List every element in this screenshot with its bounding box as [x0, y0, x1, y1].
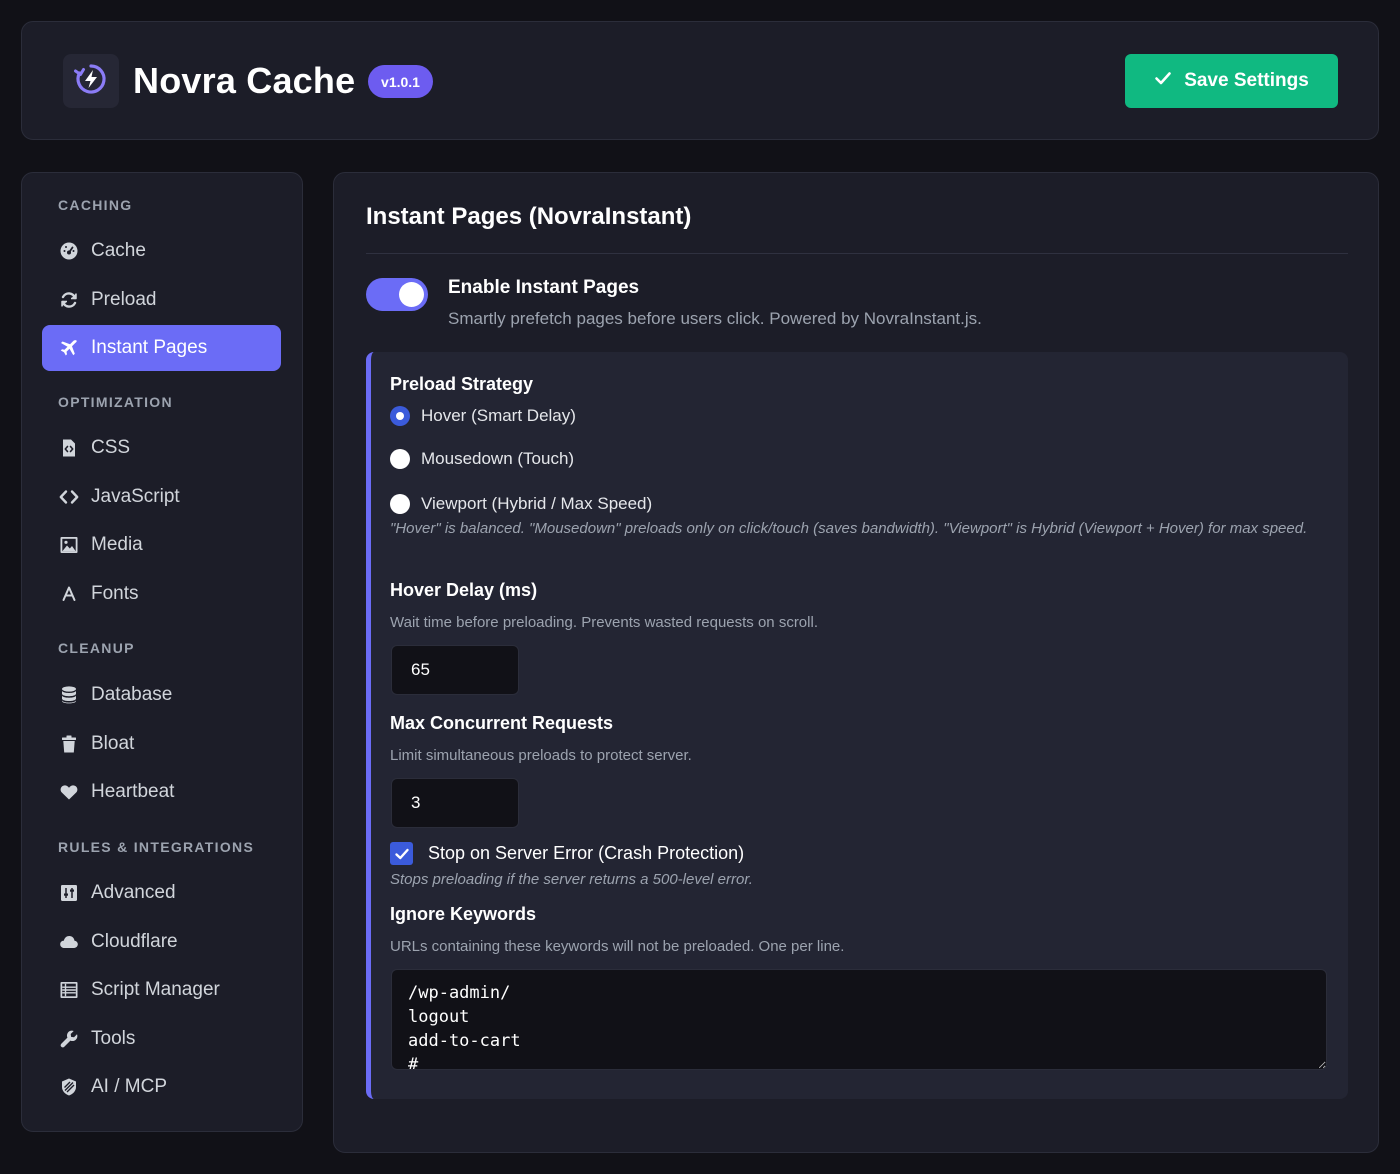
sync-icon	[58, 289, 80, 311]
robot-icon	[58, 1076, 80, 1098]
sidebar-item-advanced[interactable]: Advanced	[42, 870, 281, 916]
sidebar-item-label: JavaScript	[91, 486, 180, 507]
strategy-option-hover[interactable]: Hover (Smart Delay)	[390, 406, 576, 426]
sidebar-item-bloat[interactable]: Bloat	[42, 721, 281, 767]
main-card: Instant Pages (NovraInstant) Enable Inst…	[333, 172, 1379, 1153]
sidebar-item-label: Instant Pages	[91, 337, 208, 358]
ignore-keywords-label: Ignore Keywords	[390, 904, 537, 924]
sliders-icon	[58, 882, 80, 904]
radio-label: Mousedown (Touch)	[421, 449, 575, 468]
sidebar-item-label: Cloudflare	[91, 931, 178, 952]
sidebar-item-label: AI / MCP	[91, 1076, 168, 1097]
ignore-keywords-textarea[interactable]: /wp-admin/ logout add-to-cart #	[391, 969, 1327, 1070]
sidebar-item-database[interactable]: Database	[42, 672, 281, 718]
image-icon	[58, 534, 80, 556]
hover-delay-label: Hover Delay (ms)	[390, 580, 538, 600]
sidebar-heading-caching: CACHING	[58, 197, 133, 213]
version-badge: v1.0.1	[368, 65, 433, 98]
bolt-refresh-icon	[73, 61, 109, 102]
font-icon	[58, 583, 80, 605]
database-icon	[58, 684, 80, 706]
radio-button[interactable]	[390, 494, 410, 514]
list-icon	[58, 979, 80, 1001]
sidebar-item-heartbeat[interactable]: Heartbeat	[42, 769, 281, 815]
logo	[63, 54, 119, 108]
app-title: Novra Cache	[133, 60, 356, 101]
stop-on-error-option[interactable]: Stop on Server Error (Crash Protection)	[390, 842, 744, 865]
stop-on-error-label: Stop on Server Error (Crash Protection)	[428, 843, 745, 863]
radio-button[interactable]	[390, 449, 410, 469]
sidebar-item-label: Heartbeat	[91, 781, 175, 802]
max-concurrent-description: Limit simultaneous preloads to protect s…	[390, 747, 692, 764]
sidebar-item-media[interactable]: Media	[42, 522, 281, 568]
sidebar-item-label: Advanced	[91, 882, 176, 903]
radio-button[interactable]	[390, 406, 410, 426]
radio-label: Viewport (Hybrid / Max Speed)	[421, 494, 653, 513]
enable-instant-pages-description: Smartly prefetch pages before users clic…	[448, 309, 982, 328]
toggle-knob	[399, 282, 424, 307]
settings-panel: Preload Strategy Hover (Smart Delay) Mou…	[366, 352, 1348, 1099]
sidebar-item-label: CSS	[91, 437, 131, 458]
sidebar-item-fonts[interactable]: Fonts	[42, 571, 281, 617]
trash-icon	[58, 733, 80, 755]
enable-instant-pages-label: Enable Instant Pages	[448, 277, 640, 298]
sidebar-item-label: Database	[91, 684, 173, 705]
file-code-icon	[58, 437, 80, 459]
stop-on-error-hint: Stops preloading if the server returns a…	[390, 871, 753, 888]
stop-on-error-checkbox[interactable]	[390, 842, 413, 865]
sidebar-item-label: Tools	[91, 1028, 136, 1049]
sidebar-item-cache[interactable]: Cache	[42, 228, 281, 274]
sidebar-heading-rules-integrations: RULES & INTEGRATIONS	[58, 839, 255, 855]
sidebar-item-javascript[interactable]: JavaScript	[42, 474, 281, 520]
heart-icon	[58, 781, 80, 803]
sidebar-item-ai-mcp[interactable]: AI / MCP	[42, 1064, 281, 1110]
sidebar: CACHING Cache Preload Instant Pages OPTI…	[21, 172, 303, 1132]
divider	[366, 253, 1348, 254]
sidebar-heading-cleanup: CLEANUP	[58, 640, 135, 656]
save-settings-label: Save Settings	[1184, 70, 1309, 91]
sidebar-item-css[interactable]: CSS	[42, 425, 281, 471]
sidebar-item-label: Media	[91, 534, 143, 555]
save-settings-button[interactable]: Save Settings	[1125, 54, 1338, 108]
check-icon	[1154, 69, 1172, 93]
sidebar-item-label: Preload	[91, 289, 157, 310]
max-concurrent-input[interactable]	[391, 778, 519, 828]
sidebar-item-instant-pages[interactable]: Instant Pages	[42, 325, 281, 371]
ignore-keywords-description: URLs containing these keywords will not …	[390, 938, 845, 955]
plane-icon	[58, 337, 80, 359]
radio-label: Hover (Smart Delay)	[421, 406, 576, 425]
hover-delay-description: Wait time before preloading. Prevents wa…	[390, 614, 818, 631]
page-title: Instant Pages (NovraInstant)	[366, 203, 692, 230]
hover-delay-input[interactable]	[391, 645, 519, 695]
strategy-option-viewport[interactable]: Viewport (Hybrid / Max Speed)	[390, 494, 652, 514]
preload-strategy-label: Preload Strategy	[390, 374, 534, 394]
max-concurrent-label: Max Concurrent Requests	[390, 713, 614, 733]
sidebar-item-label: Cache	[91, 240, 146, 261]
sidebar-item-cloudflare[interactable]: Cloudflare	[42, 919, 281, 965]
wrench-icon	[58, 1028, 80, 1050]
enable-instant-pages-toggle[interactable]	[366, 278, 428, 311]
header-bar: Novra Cache v1.0.1 Save Settings	[21, 21, 1379, 140]
sidebar-heading-optimization: OPTIMIZATION	[58, 394, 173, 410]
sidebar-item-script-manager[interactable]: Script Manager	[42, 967, 281, 1013]
sidebar-item-label: Script Manager	[91, 979, 220, 1000]
sidebar-item-preload[interactable]: Preload	[42, 277, 281, 323]
strategy-option-mousedown[interactable]: Mousedown (Touch)	[390, 449, 574, 469]
cloud-icon	[58, 931, 80, 953]
sidebar-item-label: Bloat	[91, 733, 135, 754]
sidebar-item-label: Fonts	[91, 583, 139, 604]
code-icon	[58, 486, 80, 508]
gauge-icon	[58, 240, 80, 262]
strategy-hint: "Hover" is balanced. "Mousedown" preload…	[390, 520, 1308, 537]
sidebar-item-tools[interactable]: Tools	[42, 1016, 281, 1062]
